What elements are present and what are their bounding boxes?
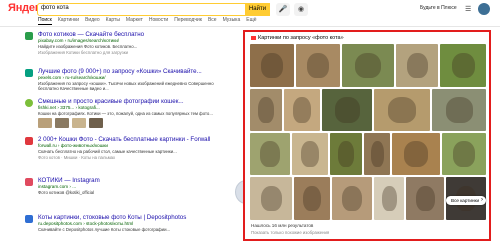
result-snippet: Скачать бесплатно на рабочий стол, самые… — [38, 149, 177, 154]
tab-search[interactable]: Поиск — [38, 17, 52, 25]
thumbnail[interactable] — [72, 118, 86, 129]
tab-translate[interactable]: Переводчик — [174, 17, 202, 25]
tab-all[interactable]: Все — [208, 17, 217, 25]
instagram-icon — [25, 178, 33, 186]
tab-market[interactable]: Маркет — [126, 17, 143, 25]
result-title[interactable]: 2 000+ Кошки Фото - Скачать бесплатные к… — [38, 136, 228, 143]
camera-search-icon[interactable]: ◉ — [294, 3, 308, 16]
fishki-icon — [25, 99, 33, 107]
cat-image[interactable] — [250, 133, 290, 175]
result-snippet: Фото котиков @kotiki_official — [38, 190, 95, 195]
search-result: Лучшие фото (9 000+) по запросу «Кошки» … — [25, 68, 228, 92]
result-title[interactable]: Коты картинки, стоковые фото Коты | Depo… — [38, 214, 228, 221]
result-title[interactable]: КОТИКИ — Instagram — [38, 177, 228, 184]
cat-image[interactable] — [432, 89, 486, 131]
cat-image[interactable] — [250, 89, 282, 131]
pixabay-icon — [25, 32, 33, 40]
similar-images-link[interactable]: Показать только похожие изображения — [251, 230, 329, 235]
cat-image[interactable] — [364, 133, 390, 175]
result-title[interactable]: Фото котиков — Скачайте бесплатно — [38, 31, 228, 38]
search-result: 2 000+ Кошки Фото - Скачать бесплатные к… — [25, 136, 228, 161]
panel-title[interactable]: Картинки по запросу «фото кота» — [258, 35, 344, 41]
search-result: Коты картинки, стоковые фото Коты | Depo… — [25, 214, 228, 232]
search-result: Фото котиков — Скачайте бесплатно pixaba… — [25, 31, 228, 56]
find-button[interactable]: Найти — [245, 3, 270, 16]
cat-image[interactable] — [296, 44, 340, 87]
result-snippet: Кошки на фотографиях. Котики — это, пожа… — [38, 111, 213, 116]
images-icon — [251, 35, 256, 40]
cat-image[interactable] — [322, 89, 372, 131]
search-input[interactable]: фото кота ✕ — [37, 3, 270, 16]
thumbnail[interactable] — [89, 118, 103, 129]
pexels-icon — [25, 69, 33, 77]
cat-image[interactable] — [374, 177, 404, 220]
result-thumbnails — [38, 118, 228, 129]
image-grid: Все картинки › — [250, 44, 486, 220]
avatar[interactable] — [478, 3, 490, 15]
cat-image[interactable] — [250, 44, 294, 87]
results-count: Нашлось 16 млн результатов — [251, 223, 314, 228]
cat-image[interactable] — [284, 89, 320, 131]
cat-image[interactable] — [396, 44, 438, 87]
cat-image[interactable] — [392, 133, 440, 175]
cat-image[interactable] — [406, 177, 444, 220]
cat-image[interactable] — [294, 177, 330, 220]
tab-music[interactable]: Музыка — [223, 17, 241, 25]
panel-title-row[interactable]: Картинки по запросу «фото кота» — [251, 35, 344, 41]
all-images-label: Все картинки — [451, 198, 480, 203]
microphone-icon[interactable]: 🎤 — [276, 3, 290, 16]
cat-image[interactable] — [374, 89, 430, 131]
result-title[interactable]: Лучшие фото (9 000+) по запросу «Кошки» … — [38, 68, 228, 75]
search-result: Смешные и просто красивые фотографии кош… — [25, 98, 228, 129]
result-snippet: Изображения по запросу «кошки». Тысячи н… — [38, 81, 214, 92]
cat-image[interactable] — [442, 133, 486, 175]
thumbnail[interactable] — [38, 118, 52, 129]
tab-video[interactable]: Видео — [85, 17, 100, 25]
result-snippet: Найдите изображения Фото котиков. Беспла… — [38, 44, 138, 49]
search-tabs: Поиск Картинки Видео Карты Маркет Новост… — [38, 17, 256, 25]
cat-image[interactable] — [332, 177, 372, 220]
result-snippet: Скачивайте с Depositphotos лучшие Коты с… — [38, 227, 171, 232]
plus-link[interactable]: Будьте в Плюсе — [420, 5, 457, 11]
thumbnail[interactable] — [55, 118, 69, 129]
result-extra: Изображения Котики бесплатно для загрузк… — [38, 50, 129, 56]
tab-more[interactable]: Ещё — [246, 17, 256, 25]
cat-image[interactable] — [342, 44, 394, 87]
cat-image[interactable] — [292, 133, 328, 175]
search-result: КОТИКИ — Instagram instagram.com › ... Ф… — [25, 177, 257, 204]
tab-images[interactable]: Картинки — [58, 17, 79, 25]
tab-news[interactable]: Новости — [149, 17, 168, 25]
arrow-right-icon: › — [481, 197, 483, 203]
result-title[interactable]: Смешные и просто красивые фотографии кош… — [38, 98, 228, 105]
all-images-button[interactable]: Все картинки › — [446, 196, 486, 205]
cat-image[interactable] — [330, 133, 362, 175]
menu-icon[interactable]: ☰ — [465, 5, 471, 13]
forwall-icon — [25, 137, 33, 145]
cat-image[interactable] — [440, 44, 486, 87]
search-query[interactable]: фото кота — [41, 5, 69, 11]
images-panel: Картинки по запросу «фото кота» Все карт… — [243, 30, 491, 241]
tab-maps[interactable]: Карты — [106, 17, 120, 25]
result-extra: Фото котов · Мишки · Коты на пальмах — [38, 155, 116, 161]
cat-image[interactable] — [250, 177, 292, 220]
header-divider — [0, 26, 500, 27]
depositphotos-icon — [25, 215, 33, 223]
